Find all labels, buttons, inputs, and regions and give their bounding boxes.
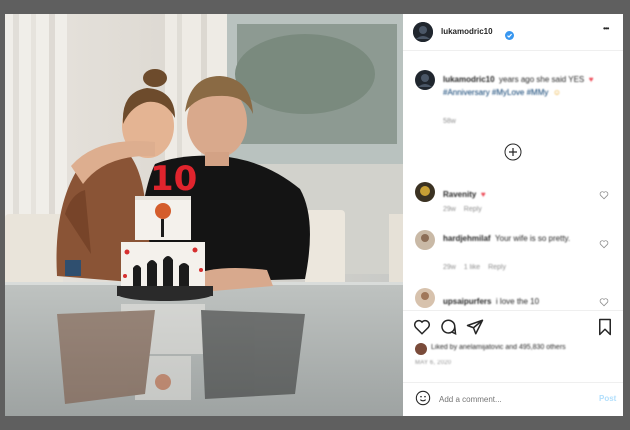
comment-2: hardjehmilaf Your wife is so pretty.	[443, 232, 595, 244]
comment-text: i love the 10	[495, 297, 540, 306]
caption-time: 58w	[443, 118, 456, 125]
share-icon[interactable]	[466, 318, 484, 336]
avatar-image	[413, 22, 433, 42]
caption: lukamodric10 years ago she said YES ♥ #A…	[443, 72, 607, 98]
divider	[403, 310, 623, 311]
photo-illustration	[5, 14, 403, 416]
comment-icon[interactable]	[439, 318, 457, 336]
post-photo[interactable]: 10	[5, 14, 403, 416]
post-sidebar: lukamodric10 ••• lukamodric10 years ago …	[403, 14, 623, 416]
divider	[403, 382, 623, 383]
page-background: 10 lukamodric10 ••• lukamodric10 years a…	[0, 0, 630, 430]
comment-likes[interactable]: 1 like	[464, 264, 480, 271]
comment-meta: 29w 1 like Reply	[443, 264, 506, 271]
comment-like-icon[interactable]	[599, 187, 609, 205]
plus-circle-icon[interactable]	[504, 143, 522, 166]
post-date: MAY 6, 2020	[415, 360, 452, 366]
heart-emoji-icon: ♥	[480, 190, 486, 199]
comment-1: Ravenity ♥	[443, 184, 486, 202]
emoji-icon: ☺	[552, 88, 561, 97]
reply-button[interactable]: Reply	[488, 264, 506, 271]
heart-icon[interactable]	[413, 318, 431, 336]
comment-username[interactable]: hardjehmilaf	[443, 234, 491, 243]
bookmark-icon[interactable]	[597, 318, 613, 336]
comment-username[interactable]: Ravenity	[443, 190, 476, 199]
comment-text: Your wife is so pretty.	[495, 234, 571, 243]
comment-meta: 29w Reply	[443, 206, 482, 213]
instagram-post-modal: 10 lukamodric10 ••• lukamodric10 years a…	[5, 14, 623, 416]
comment-username[interactable]: upsaipurfers	[443, 297, 491, 306]
more-icon[interactable]: •••	[603, 24, 609, 33]
likes-summary[interactable]: Liked by anelamijatovic and 495,830 othe…	[431, 344, 566, 351]
comment-input[interactable]	[437, 390, 581, 408]
caption-hashtags[interactable]: #Anniversary #MyLove #MMy	[443, 88, 548, 97]
comment-avatar[interactable]	[415, 288, 435, 308]
verified-badge-icon	[505, 27, 514, 45]
cake-topper-number: 10	[150, 159, 198, 199]
caption-username[interactable]: lukamodric10	[443, 75, 495, 84]
caption-avatar[interactable]	[415, 70, 435, 90]
post-header: lukamodric10 •••	[403, 14, 623, 51]
reply-button[interactable]: Reply	[464, 206, 482, 213]
comment-time: 29w	[443, 206, 456, 213]
heart-emoji-icon: ♥	[588, 75, 594, 84]
post-comment-button[interactable]: Post	[599, 394, 616, 403]
comment-avatar[interactable]	[415, 230, 435, 250]
emoji-icon[interactable]	[415, 390, 431, 411]
comment-time: 29w	[443, 264, 456, 271]
avatar[interactable]	[413, 22, 433, 42]
post-username[interactable]: lukamodric10	[441, 27, 493, 36]
comment-3: upsaipurfers i love the 10	[443, 291, 539, 309]
liker-avatar[interactable]	[415, 342, 427, 355]
caption-text: years ago she said YES	[499, 75, 585, 84]
comment-like-icon[interactable]	[599, 236, 609, 254]
comment-avatar[interactable]	[415, 182, 435, 202]
